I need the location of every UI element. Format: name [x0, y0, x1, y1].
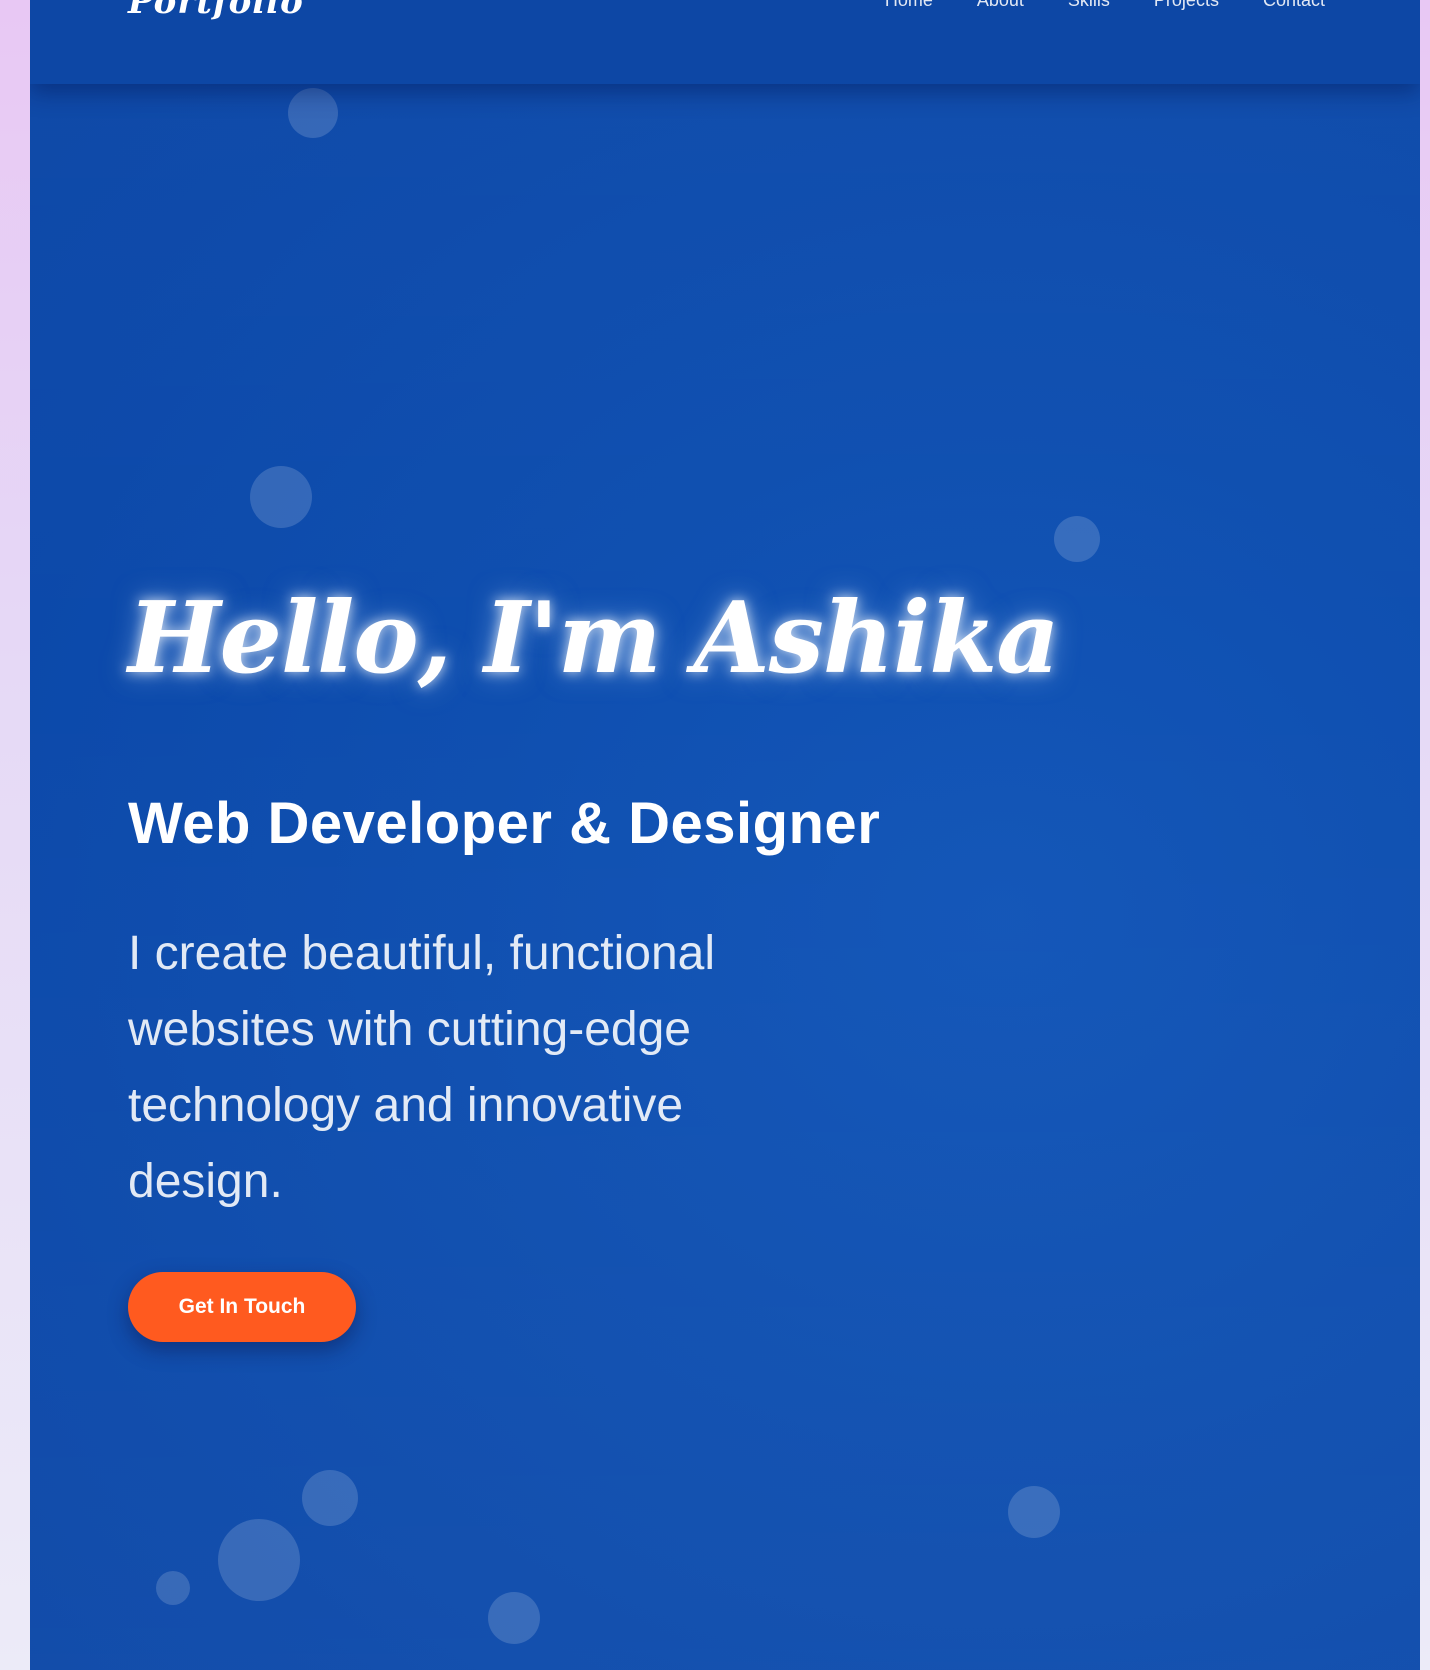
site-logo[interactable]: Portfolio [128, 0, 304, 22]
get-in-touch-button[interactable]: Get In Touch [128, 1272, 356, 1342]
decorative-bubble [250, 466, 312, 528]
nav-link-home[interactable]: Home [885, 0, 933, 11]
nav-link-about[interactable]: About [977, 0, 1024, 11]
portfolio-page: Portfolio Home About Skills Projects Con… [30, 0, 1420, 1670]
hero-greeting: Hello, I'm Ashika [128, 581, 1060, 696]
hero-description: I create beautiful, functional websites … [128, 927, 716, 1208]
nav-links: Home About Skills Projects Contact [885, 0, 1325, 11]
decorative-bubble [1054, 516, 1100, 562]
nav-link-projects[interactable]: Projects [1154, 0, 1219, 11]
nav-link-contact[interactable]: Contact [1263, 0, 1325, 11]
decorative-bubble [156, 1571, 190, 1605]
decorative-bubble [288, 88, 338, 138]
hero-role-title: Web Developer & Designer [128, 791, 881, 856]
nav-link-skills[interactable]: Skills [1068, 0, 1110, 11]
decorative-bubble [218, 1519, 300, 1601]
decorative-bubble [1008, 1486, 1060, 1538]
decorative-bubble [302, 1470, 358, 1526]
decorative-bubble [488, 1592, 540, 1644]
hero-section: Hello, I'm Ashika Web Developer & Design… [128, 580, 1060, 1342]
navbar: Portfolio Home About Skills Projects Con… [30, 0, 1420, 84]
